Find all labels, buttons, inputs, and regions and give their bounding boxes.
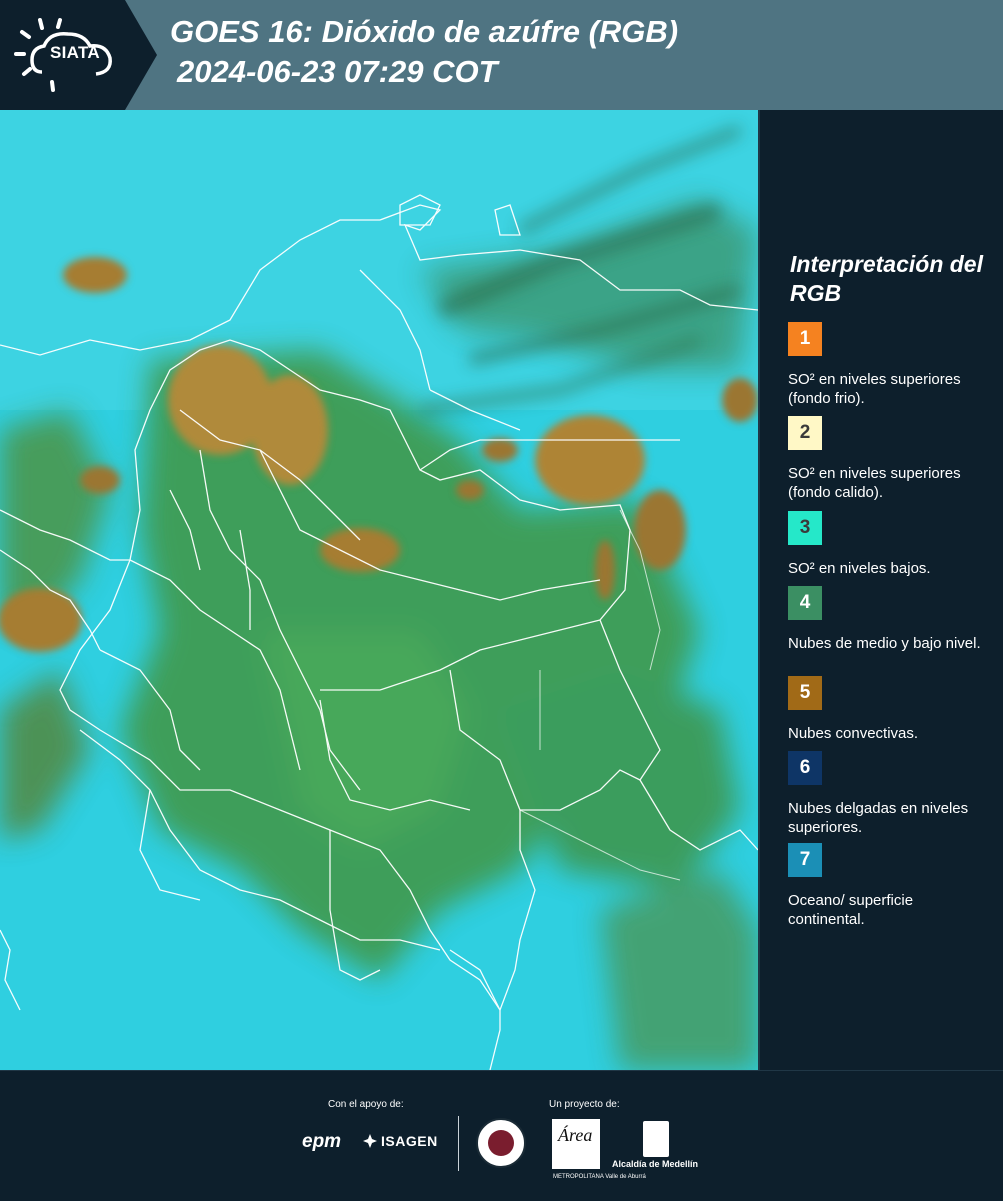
- logo-text: SIATA: [50, 43, 100, 62]
- legend-text: SO² en niveles bajos.: [788, 560, 931, 577]
- timestamp: 2024-06-23 07:29 COT: [177, 54, 498, 89]
- legend-text: SO² en niveles superiores (fondo frio).: [788, 371, 961, 407]
- footer-divider: [458, 1116, 459, 1171]
- legend-swatch: 2: [788, 416, 822, 450]
- project-label: Un proyecto de:: [549, 1099, 620, 1110]
- legend-item-3: 3 SO² en niveles bajos.: [788, 511, 993, 578]
- legend-swatch: 1: [788, 322, 822, 356]
- satellite-rgb-map: [0, 110, 760, 1070]
- satellite-image: [0, 110, 758, 1070]
- alcaldia-text: Alcaldía de Medellín: [612, 1159, 699, 1169]
- legend-item-1: 1 SO² en niveles superiores (fondo frio)…: [788, 322, 993, 408]
- area-metropolitana-logo: Área: [552, 1119, 600, 1169]
- logo-area: SIATA: [0, 0, 125, 110]
- legend-text: Nubes delgadas en niveles superiores.: [788, 800, 969, 836]
- footer: Con el apoyo de: Un proyecto de: epm ISA…: [0, 1070, 1003, 1201]
- legend-swatch: 3: [788, 511, 822, 545]
- legend-text: Nubes convectivas.: [788, 725, 919, 742]
- legend-swatch: 5: [788, 676, 822, 710]
- area-logo-text: Área: [558, 1125, 593, 1145]
- support-label: Con el apoyo de:: [328, 1099, 404, 1110]
- isagen-star-icon: [363, 1134, 377, 1148]
- epm-logo: epm: [302, 1131, 342, 1152]
- legend-swatch: 6: [788, 751, 822, 785]
- isagen-logo: ISAGEN: [362, 1133, 438, 1149]
- legend-swatch: 4: [788, 586, 822, 620]
- legend-swatch: 7: [788, 843, 822, 877]
- legend-panel: Interpretación del RGB 1 SO² en niveles …: [762, 110, 1003, 1070]
- legend-title: Interpretación del RGB: [790, 251, 983, 306]
- legend-text: Oceano/ superficie continental.: [788, 892, 914, 928]
- legend-item-4: 4 Nubes de medio y bajo nivel.: [788, 586, 993, 653]
- area-logo-subtitle: METROPOLITANA Valle de Aburrá: [553, 1174, 646, 1180]
- legend-item-2: 2 SO² en niveles superiores (fondo calid…: [788, 416, 993, 502]
- isagen-text: ISAGEN: [381, 1133, 438, 1149]
- seal-inner: [488, 1130, 514, 1156]
- logo-chevron: [125, 0, 157, 110]
- page-title: GOES 16: Dióxido de azúfre (RGB): [170, 14, 679, 49]
- legend-item-5: 5 Nubes convectivas.: [788, 676, 993, 743]
- legend-text: Nubes de medio y bajo nivel.: [788, 635, 981, 652]
- alcaldia-crest-icon: [643, 1121, 669, 1157]
- header-bar: SIATA GOES 16: Dióxido de azúfre (RGB) 2…: [0, 0, 1003, 110]
- medellin-seal-icon: [476, 1118, 526, 1168]
- legend-item-7: 7 Oceano/ superficie continental.: [788, 843, 993, 929]
- legend-text: SO² en niveles superiores (fondo calido)…: [788, 465, 961, 501]
- legend-item-6: 6 Nubes delgadas en niveles superiores.: [788, 751, 993, 837]
